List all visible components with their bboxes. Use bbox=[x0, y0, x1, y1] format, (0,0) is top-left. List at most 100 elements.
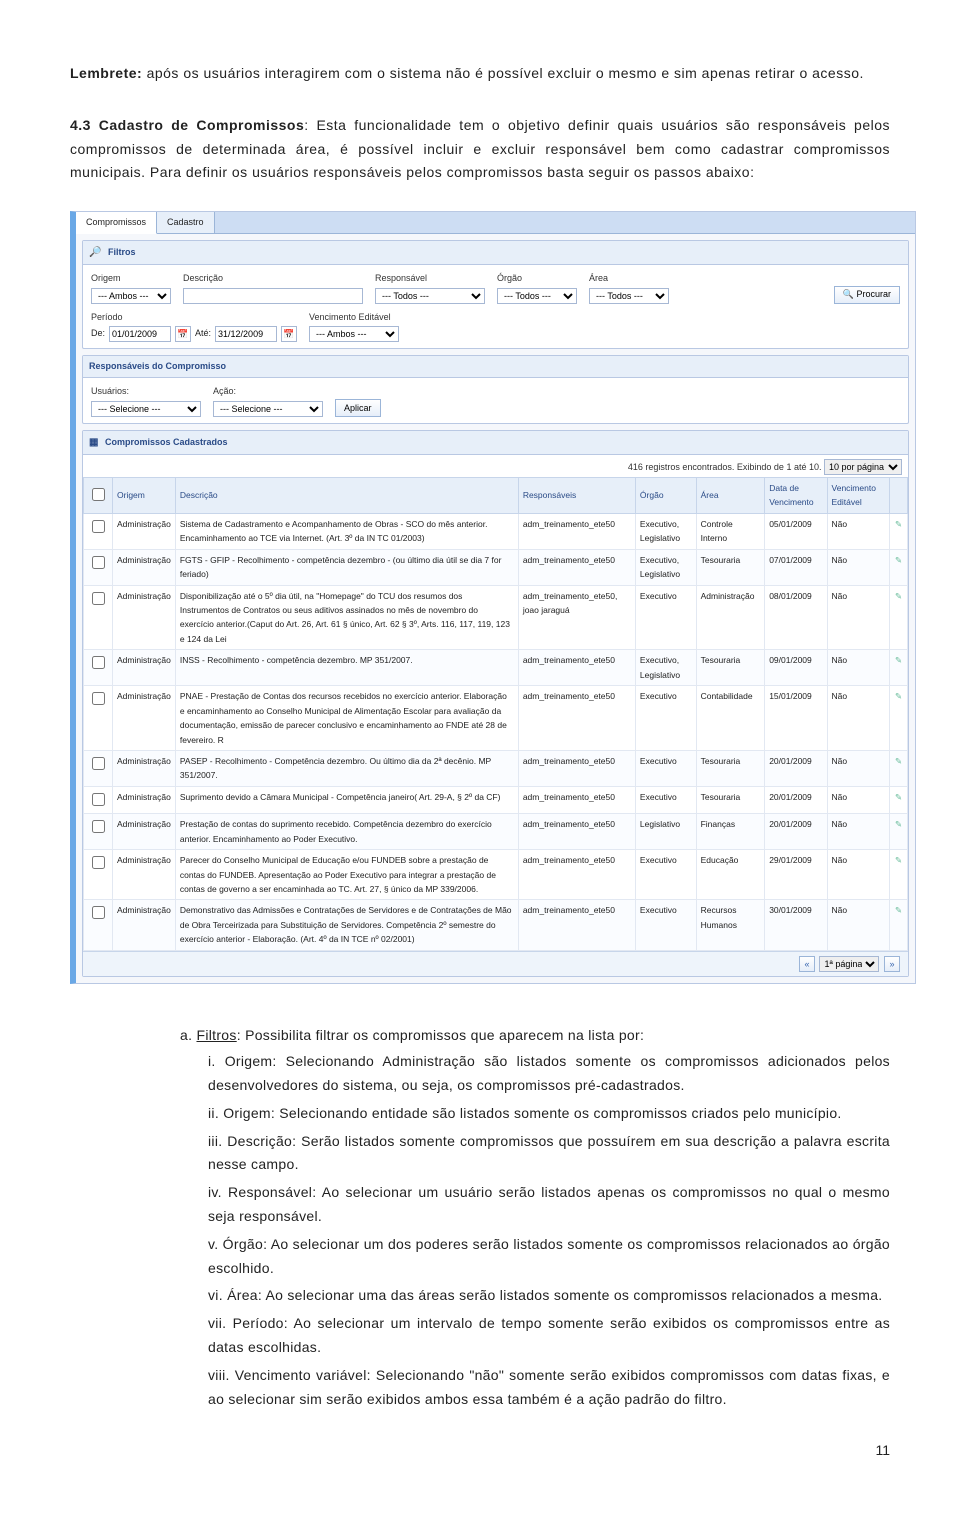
select-responsavel[interactable]: --- Todos --- bbox=[375, 288, 485, 304]
btn-aplicar[interactable]: Aplicar bbox=[335, 399, 381, 417]
checkbox-row[interactable] bbox=[92, 906, 105, 919]
edit-icon[interactable]: ✎ bbox=[895, 855, 902, 865]
cell-descricao: Parecer do Conselho Municipal de Educaçã… bbox=[175, 850, 518, 900]
cell-area: Educação bbox=[696, 850, 765, 900]
cell-data: 05/01/2009 bbox=[765, 513, 827, 549]
cell-venc: Não bbox=[827, 686, 889, 751]
checkbox-row[interactable] bbox=[92, 692, 105, 705]
edit-icon[interactable]: ✎ bbox=[895, 905, 902, 915]
input-descricao[interactable] bbox=[183, 288, 363, 304]
panel-filtros: 🔎 Filtros Origem --- Ambos --- Descrição… bbox=[82, 240, 909, 349]
select-area[interactable]: --- Todos --- bbox=[589, 288, 669, 304]
select-venc-editavel[interactable]: --- Ambos --- bbox=[309, 326, 399, 342]
cell-orgao: Executivo bbox=[635, 750, 696, 786]
list-item-marker: v. bbox=[208, 1236, 223, 1252]
calendar-icon[interactable]: 📅 bbox=[281, 326, 297, 342]
cell-area: Tesouraria bbox=[696, 786, 765, 813]
select-usuarios[interactable]: --- Selecione --- bbox=[91, 401, 201, 417]
checkbox-all[interactable] bbox=[92, 488, 105, 501]
label-usuarios: Usuários: bbox=[91, 384, 201, 399]
input-date-ate[interactable] bbox=[215, 326, 277, 342]
pager-prev-icon[interactable]: « bbox=[799, 956, 815, 972]
checkbox-row[interactable] bbox=[92, 793, 105, 806]
label-orgao: Órgão bbox=[497, 271, 577, 286]
list-item: i. Origem: Selecionando Administração sã… bbox=[208, 1050, 890, 1098]
btn-procurar-label: Procurar bbox=[856, 289, 891, 299]
cell-responsaveis: adm_treinamento_ete50 bbox=[518, 786, 635, 813]
edit-icon[interactable]: ✎ bbox=[895, 819, 902, 829]
checkbox-row[interactable] bbox=[92, 656, 105, 669]
checkbox-row[interactable] bbox=[92, 856, 105, 869]
search-icon: 🔍 bbox=[843, 289, 854, 299]
cell-data: 30/01/2009 bbox=[765, 900, 827, 950]
cell-origem: Administração bbox=[113, 686, 176, 751]
item-a-rest: : Possibilita filtrar os compromissos qu… bbox=[237, 1027, 644, 1043]
cell-area: Tesouraria bbox=[696, 650, 765, 686]
cell-responsaveis: adm_treinamento_ete50 bbox=[518, 686, 635, 751]
panel-grid-header: ▦ Compromissos Cadastrados bbox=[83, 431, 908, 455]
list-item: v. Órgão: Ao selecionar um dos poderes s… bbox=[208, 1233, 890, 1281]
table-row: AdministraçãoDemonstrativo das Admissões… bbox=[84, 900, 908, 950]
grid-col-header: Origem bbox=[113, 477, 176, 513]
cell-area: Contabilidade bbox=[696, 686, 765, 751]
tab-compromissos[interactable]: Compromissos bbox=[76, 212, 157, 234]
list-item-text: Origem: Selecionando Administração são l… bbox=[208, 1053, 890, 1093]
cell-origem: Administração bbox=[113, 850, 176, 900]
list-item-marker: vi. bbox=[208, 1287, 227, 1303]
lembrete-paragraph: Lembrete: após os usuários interagirem c… bbox=[70, 62, 890, 86]
checkbox-row[interactable] bbox=[92, 556, 105, 569]
cell-origem: Administração bbox=[113, 900, 176, 950]
cell-descricao: Disponibilização até o 5º dia útil, na "… bbox=[175, 585, 518, 650]
edit-icon[interactable]: ✎ bbox=[895, 792, 902, 802]
edit-icon[interactable]: ✎ bbox=[895, 519, 902, 529]
checkbox-row[interactable] bbox=[92, 820, 105, 833]
list-item: vii. Período: Ao selecionar um intervalo… bbox=[208, 1312, 890, 1360]
section-4-3: 4.3 Cadastro de Compromissos: Esta funci… bbox=[70, 114, 890, 185]
select-acao[interactable]: --- Selecione --- bbox=[213, 401, 323, 417]
btn-procurar[interactable]: 🔍 Procurar bbox=[834, 286, 900, 304]
table-row: AdministraçãoParecer do Conselho Municip… bbox=[84, 850, 908, 900]
cell-data: 15/01/2009 bbox=[765, 686, 827, 751]
edit-icon[interactable]: ✎ bbox=[895, 591, 902, 601]
input-date-de[interactable] bbox=[109, 326, 171, 342]
cell-data: 20/01/2009 bbox=[765, 814, 827, 850]
label-venc-editavel: Vencimento Editável bbox=[309, 310, 399, 325]
table-row: AdministraçãoSistema de Cadastramento e … bbox=[84, 513, 908, 549]
calendar-icon[interactable]: 📅 bbox=[175, 326, 191, 342]
edit-icon[interactable]: ✎ bbox=[895, 655, 902, 665]
edit-icon[interactable]: ✎ bbox=[895, 756, 902, 766]
cell-descricao: Suprimento devido a Câmara Municipal - C… bbox=[175, 786, 518, 813]
checkbox-row[interactable] bbox=[92, 757, 105, 770]
select-origem[interactable]: --- Ambos --- bbox=[91, 288, 171, 304]
cell-data: 20/01/2009 bbox=[765, 786, 827, 813]
panel-filtros-header: 🔎 Filtros bbox=[83, 241, 908, 265]
cell-responsaveis: adm_treinamento_ete50 bbox=[518, 750, 635, 786]
panel-grid: ▦ Compromissos Cadastrados 416 registros… bbox=[82, 430, 909, 978]
list-item-text: Descrição: Serão listados somente compro… bbox=[208, 1133, 890, 1173]
list-item: iii. Descrição: Serão listados somente c… bbox=[208, 1130, 890, 1178]
checkbox-row[interactable] bbox=[92, 520, 105, 533]
cell-area: Finanças bbox=[696, 814, 765, 850]
cell-area: Administração bbox=[696, 585, 765, 650]
select-per-page[interactable]: 10 por página bbox=[824, 459, 902, 475]
table-row: AdministraçãoPASEP - Recolhimento - Comp… bbox=[84, 750, 908, 786]
list-item: ii. Origem: Selecionando entidade são li… bbox=[208, 1102, 890, 1126]
grid-col-header bbox=[890, 477, 908, 513]
cell-venc: Não bbox=[827, 549, 889, 585]
table-row: Administração Disponibilização até o 5º d… bbox=[84, 585, 908, 650]
label-de: De: bbox=[91, 326, 105, 341]
edit-icon[interactable]: ✎ bbox=[895, 691, 902, 701]
tab-cadastro[interactable]: Cadastro bbox=[157, 212, 215, 233]
select-orgao[interactable]: --- Todos --- bbox=[497, 288, 577, 304]
checkbox-row[interactable] bbox=[92, 592, 105, 605]
cell-data: 08/01/2009 bbox=[765, 585, 827, 650]
grid-col-header bbox=[84, 477, 113, 513]
label-periodo: Período bbox=[91, 310, 297, 325]
lembrete-text: após os usuários interagirem com o siste… bbox=[147, 65, 864, 81]
pager-page-select[interactable]: 1ª página bbox=[819, 956, 879, 972]
pager-next-icon[interactable]: » bbox=[884, 956, 900, 972]
cell-descricao: PASEP - Recolhimento - Competência dezem… bbox=[175, 750, 518, 786]
edit-icon[interactable]: ✎ bbox=[895, 555, 902, 565]
label-descricao: Descrição bbox=[183, 271, 363, 286]
cell-orgao: Executivo bbox=[635, 850, 696, 900]
